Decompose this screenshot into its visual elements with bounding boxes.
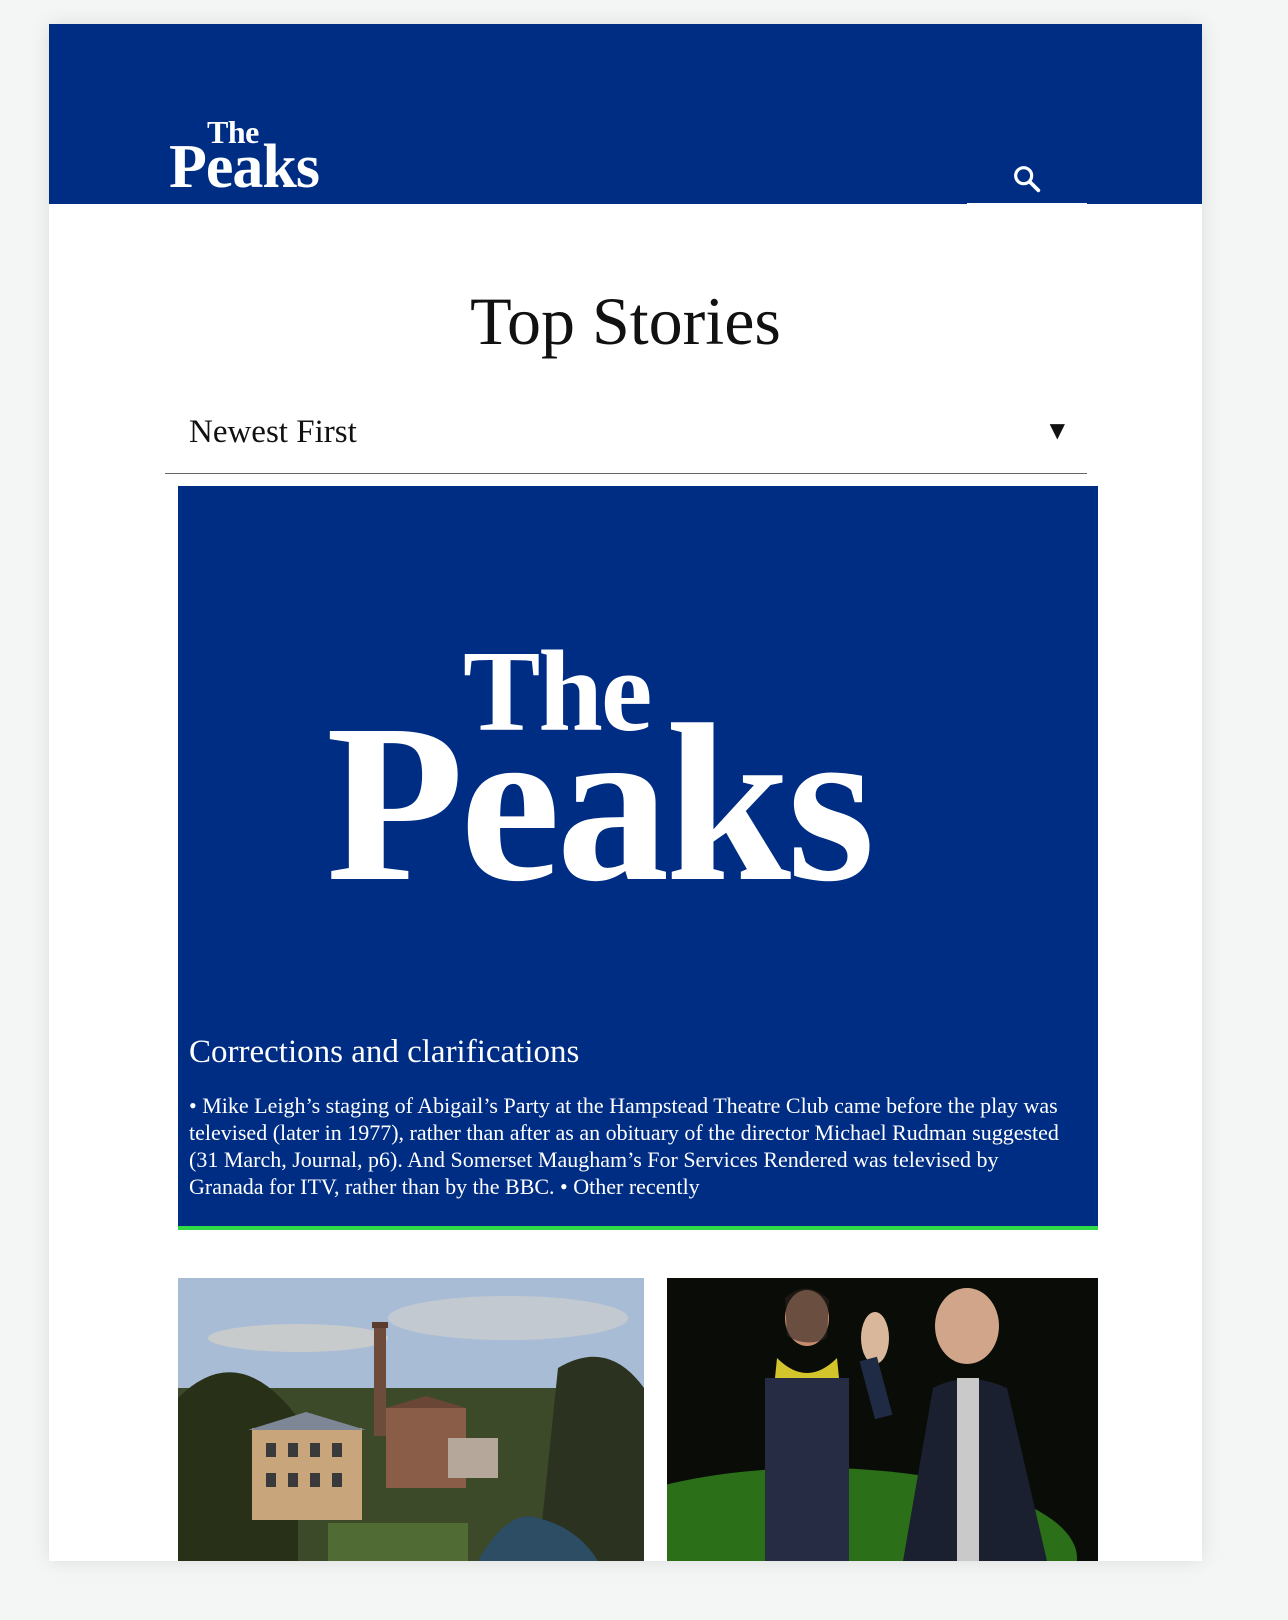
featured-story-card[interactable]: The Peaks Corrections and clarifications… [178, 486, 1098, 1230]
story-thumbnail-couple[interactable] [667, 1278, 1098, 1561]
featured-summary: • Mike Leigh’s staging of Abigail’s Part… [189, 1093, 1059, 1199]
search-icon [1014, 166, 1041, 193]
story-thumbnail-mill[interactable] [178, 1278, 644, 1561]
search-button[interactable] [967, 154, 1087, 207]
sort-selected-value: Newest First [189, 414, 357, 450]
page-container: The Peaks Top Stories Newest First ▼ The… [49, 24, 1202, 1561]
featured-logo-peaks: Peaks [326, 678, 875, 928]
dropdown-arrow-icon: ▼ [1049, 418, 1065, 442]
masthead: The Peaks [49, 24, 1202, 207]
couple-waving-image [667, 1278, 1098, 1561]
logo-peaks: Peaks [169, 133, 320, 201]
featured-headline[interactable]: Corrections and clarifications [189, 1034, 579, 1071]
page-title: Top Stories [470, 283, 781, 359]
mill-building-image [178, 1278, 644, 1561]
sort-dropdown[interactable]: Newest First ▼ [165, 398, 1087, 474]
